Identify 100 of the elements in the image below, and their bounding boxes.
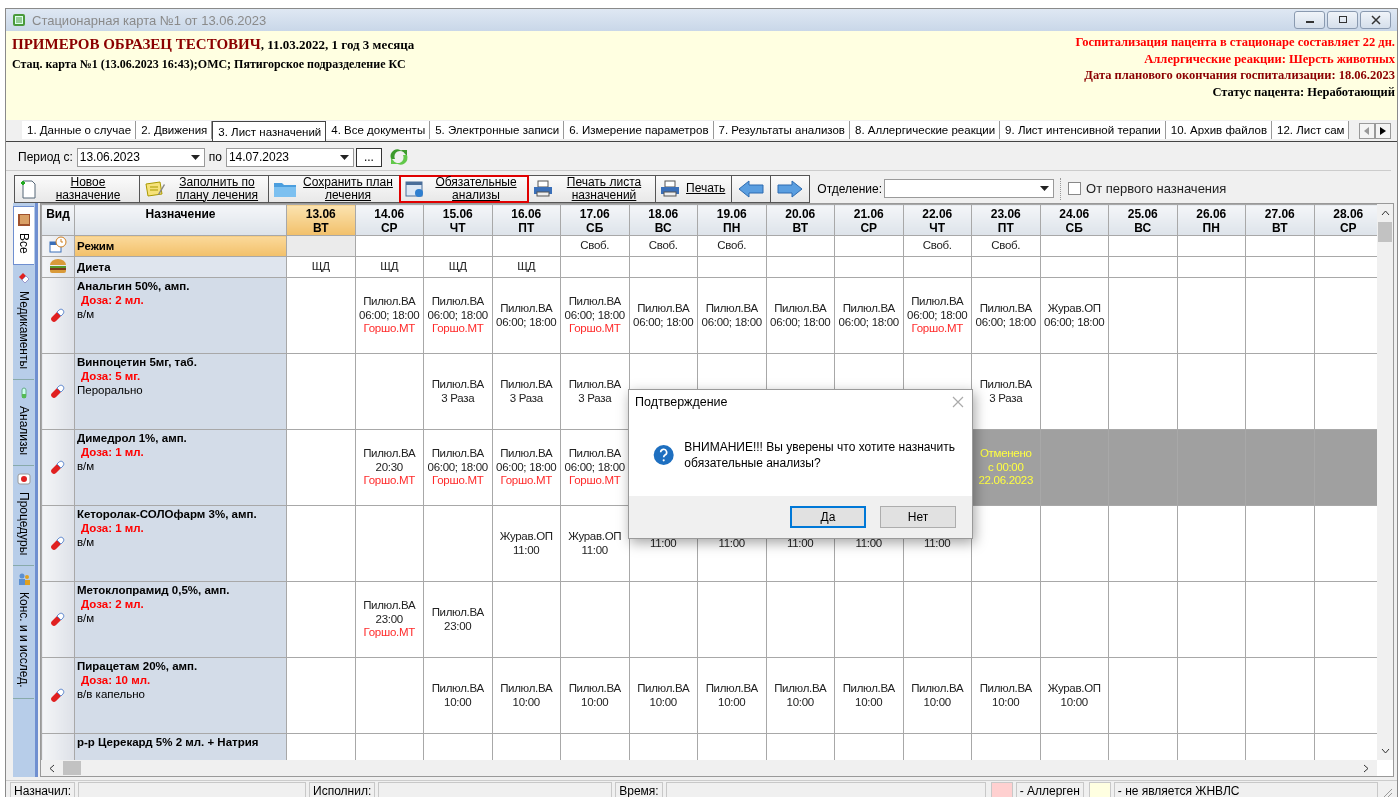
table-cell: Журав.ОП 06:00; 18:00 — [1040, 277, 1109, 354]
table-cell: Журав.ОП 10:00 — [1040, 657, 1109, 734]
tab[interactable]: 2. Движения — [136, 121, 213, 139]
scrollbar-thumb[interactable] — [1378, 222, 1392, 242]
scroll-right-button[interactable] — [1375, 123, 1391, 139]
table-cell — [834, 256, 903, 278]
right-triangle-icon — [1380, 127, 1386, 135]
side-tab[interactable]: Все — [13, 206, 34, 265]
table-cell — [1245, 235, 1314, 257]
table-cell: Пилюл.ВА 06:00; 18:00 Горшо.МТ — [355, 277, 424, 354]
table-cell: Пилюл.ВА 10:00 — [766, 657, 835, 734]
date-column-header: 14.06 СР — [355, 204, 424, 236]
vertical-scrollbar[interactable] — [1377, 204, 1393, 760]
printer-icon — [660, 179, 680, 198]
table-cell: Пилюл.ВА 10:00 — [560, 657, 629, 734]
side-tab[interactable]: Конс. и и исслед. — [13, 566, 34, 699]
window-title: Стационарная карта №1 от 13.06.2023 — [32, 12, 267, 28]
dialog-button[interactable]: Да — [790, 506, 866, 528]
column-header: Вид — [41, 204, 75, 236]
date-column-header: 24.06 СБ — [1040, 204, 1109, 236]
date-column-header: 16.06 ПТ — [492, 204, 561, 236]
maximize-icon — [1337, 15, 1348, 25]
notice-text: Госпитализация пацента в стационаре составляет 22 дн. — [1075, 34, 1395, 51]
notice-text: Дата планового окончания госпитализации: 18.06.2023 — [1084, 67, 1395, 84]
next-button[interactable] — [770, 174, 811, 203]
more-button[interactable]: ... — [355, 147, 382, 167]
table-cell: Пилюл.ВА 06:00; 18:00 — [492, 277, 561, 354]
table-cell: Пилюл.ВА 3 Раза — [492, 353, 561, 430]
table-cell: Пилюл.ВА 10:00 — [971, 657, 1040, 734]
close-icon[interactable] — [952, 396, 964, 408]
document-icon — [12, 13, 26, 27]
tab[interactable]: 10. Архив файлов — [1165, 121, 1273, 139]
toolbar-button[interactable]: Заполнить по плану лечения — [139, 174, 269, 203]
maximize-button[interactable] — [1327, 11, 1358, 29]
table-cell: Пилюл.ВА 23:00 Горшо.МТ — [355, 581, 424, 658]
calendar-clock-icon — [49, 236, 67, 254]
table-cell — [492, 235, 561, 257]
first-aid-icon — [16, 471, 31, 486]
tab[interactable]: 5. Электронные записи — [430, 121, 565, 139]
close-button[interactable] — [1360, 11, 1391, 29]
column-header: Назначение — [74, 204, 287, 236]
table-cell: Пилюл.ВА 06:00; 18:00 Горшо.МТ — [423, 277, 492, 354]
new-document-icon — [19, 178, 37, 199]
prescription-cell: Диета — [74, 256, 287, 278]
table-cell — [1108, 235, 1177, 257]
horizontal-scrollbar[interactable] — [41, 760, 1377, 776]
table-cell: Своб. — [697, 235, 766, 257]
tab[interactable]: 7. Результаты анализов — [713, 121, 850, 139]
table-cell: Пилюл.ВА 20:30 Горшо.МТ — [355, 429, 424, 506]
toolbar-button[interactable]: Обязательные анализы — [399, 174, 529, 203]
period-to-label: по — [207, 150, 223, 164]
date-column-header: 19.06 ПН — [697, 204, 766, 236]
table-cell — [423, 235, 492, 257]
legend-label: - Аллерген — [1015, 782, 1084, 797]
previous-button[interactable] — [731, 174, 772, 203]
table-cell — [697, 256, 766, 278]
tab[interactable]: 1. Данные о случае — [22, 121, 137, 139]
tab[interactable]: 12. Лист сам — [1272, 121, 1350, 139]
toolbar-button[interactable]: Печать — [655, 174, 733, 203]
left-triangle-icon — [1364, 127, 1370, 135]
scrollbar-thumb[interactable] — [63, 761, 81, 775]
table-cell: Пилюл.ВА 06:00; 18:00 — [834, 277, 903, 354]
tab[interactable]: 3. Лист назначений — [212, 121, 327, 141]
side-tab[interactable]: Анализы — [13, 379, 34, 466]
table-cell: Пилюл.ВА 06:00; 18:00 — [766, 277, 835, 354]
tab[interactable]: 8. Аллергические реакции — [850, 121, 1001, 139]
date-column-header: 26.06 ПН — [1177, 204, 1246, 236]
dialog-button[interactable]: Нет — [880, 506, 956, 528]
toolbar-button[interactable]: Сохранить план лечения — [268, 174, 400, 203]
table-cell: Пилюл.ВА 06:00; 18:00 Горшо.МТ — [423, 429, 492, 506]
prescription-cell: Пирацетам 20%, амп. Доза: 10 мл. в/в капельно — [74, 657, 287, 734]
toolbar-button[interactable]: Новое назначение — [14, 174, 140, 203]
right-arrow-icon — [777, 179, 804, 198]
table-cell: Пилюл.ВА 06:00; 18:00 — [971, 277, 1040, 354]
toolbar-button[interactable]: Печать листа назначений — [528, 174, 656, 203]
checkbox[interactable] — [1068, 182, 1082, 195]
table-cell: Пилюл.ВА 10:00 — [629, 657, 698, 734]
minimize-button[interactable] — [1294, 11, 1325, 29]
tab[interactable]: 9. Лист интенсивной терапии — [1000, 121, 1166, 139]
prescription-cell: р-р Церекард 5% 2 мл. + Натрия — [74, 733, 287, 760]
date-from-field[interactable]: 13.06.2023 — [76, 147, 205, 167]
department-dropdown[interactable] — [884, 179, 1055, 198]
birth-info: , 11.03.2022, 1 год 3 месяца — [260, 37, 415, 52]
refresh-icon[interactable] — [387, 147, 410, 167]
tab[interactable]: 4. Все документы — [326, 121, 431, 139]
date-column-header: 15.06 ЧТ — [423, 204, 492, 236]
date-to-field[interactable]: 14.07.2023 — [225, 147, 354, 167]
executed-by-label: Исполнил: — [309, 782, 376, 797]
table-cell: Пилюл.ВА 10:00 — [903, 657, 972, 734]
prescription-cell: Режим — [74, 235, 287, 257]
table-cell — [1040, 256, 1109, 278]
tab[interactable]: 6. Измерение параметров — [564, 121, 714, 139]
side-tab[interactable]: Медикаменты — [13, 264, 34, 380]
notice-text: Статус пацента: Неработающий — [1212, 83, 1395, 100]
side-tab[interactable]: Процедуры — [13, 465, 34, 567]
legend-label: - не является ЖНВЛС — [1113, 782, 1378, 797]
table-cell: ЩД — [423, 256, 492, 278]
patient-name: ПРИМЕРОВ ОБРАЗЕЦ ТЕСТОВИЧ — [12, 36, 261, 52]
date-column-header: 27.06 ВТ — [1245, 204, 1314, 236]
people-icon — [16, 572, 31, 587]
